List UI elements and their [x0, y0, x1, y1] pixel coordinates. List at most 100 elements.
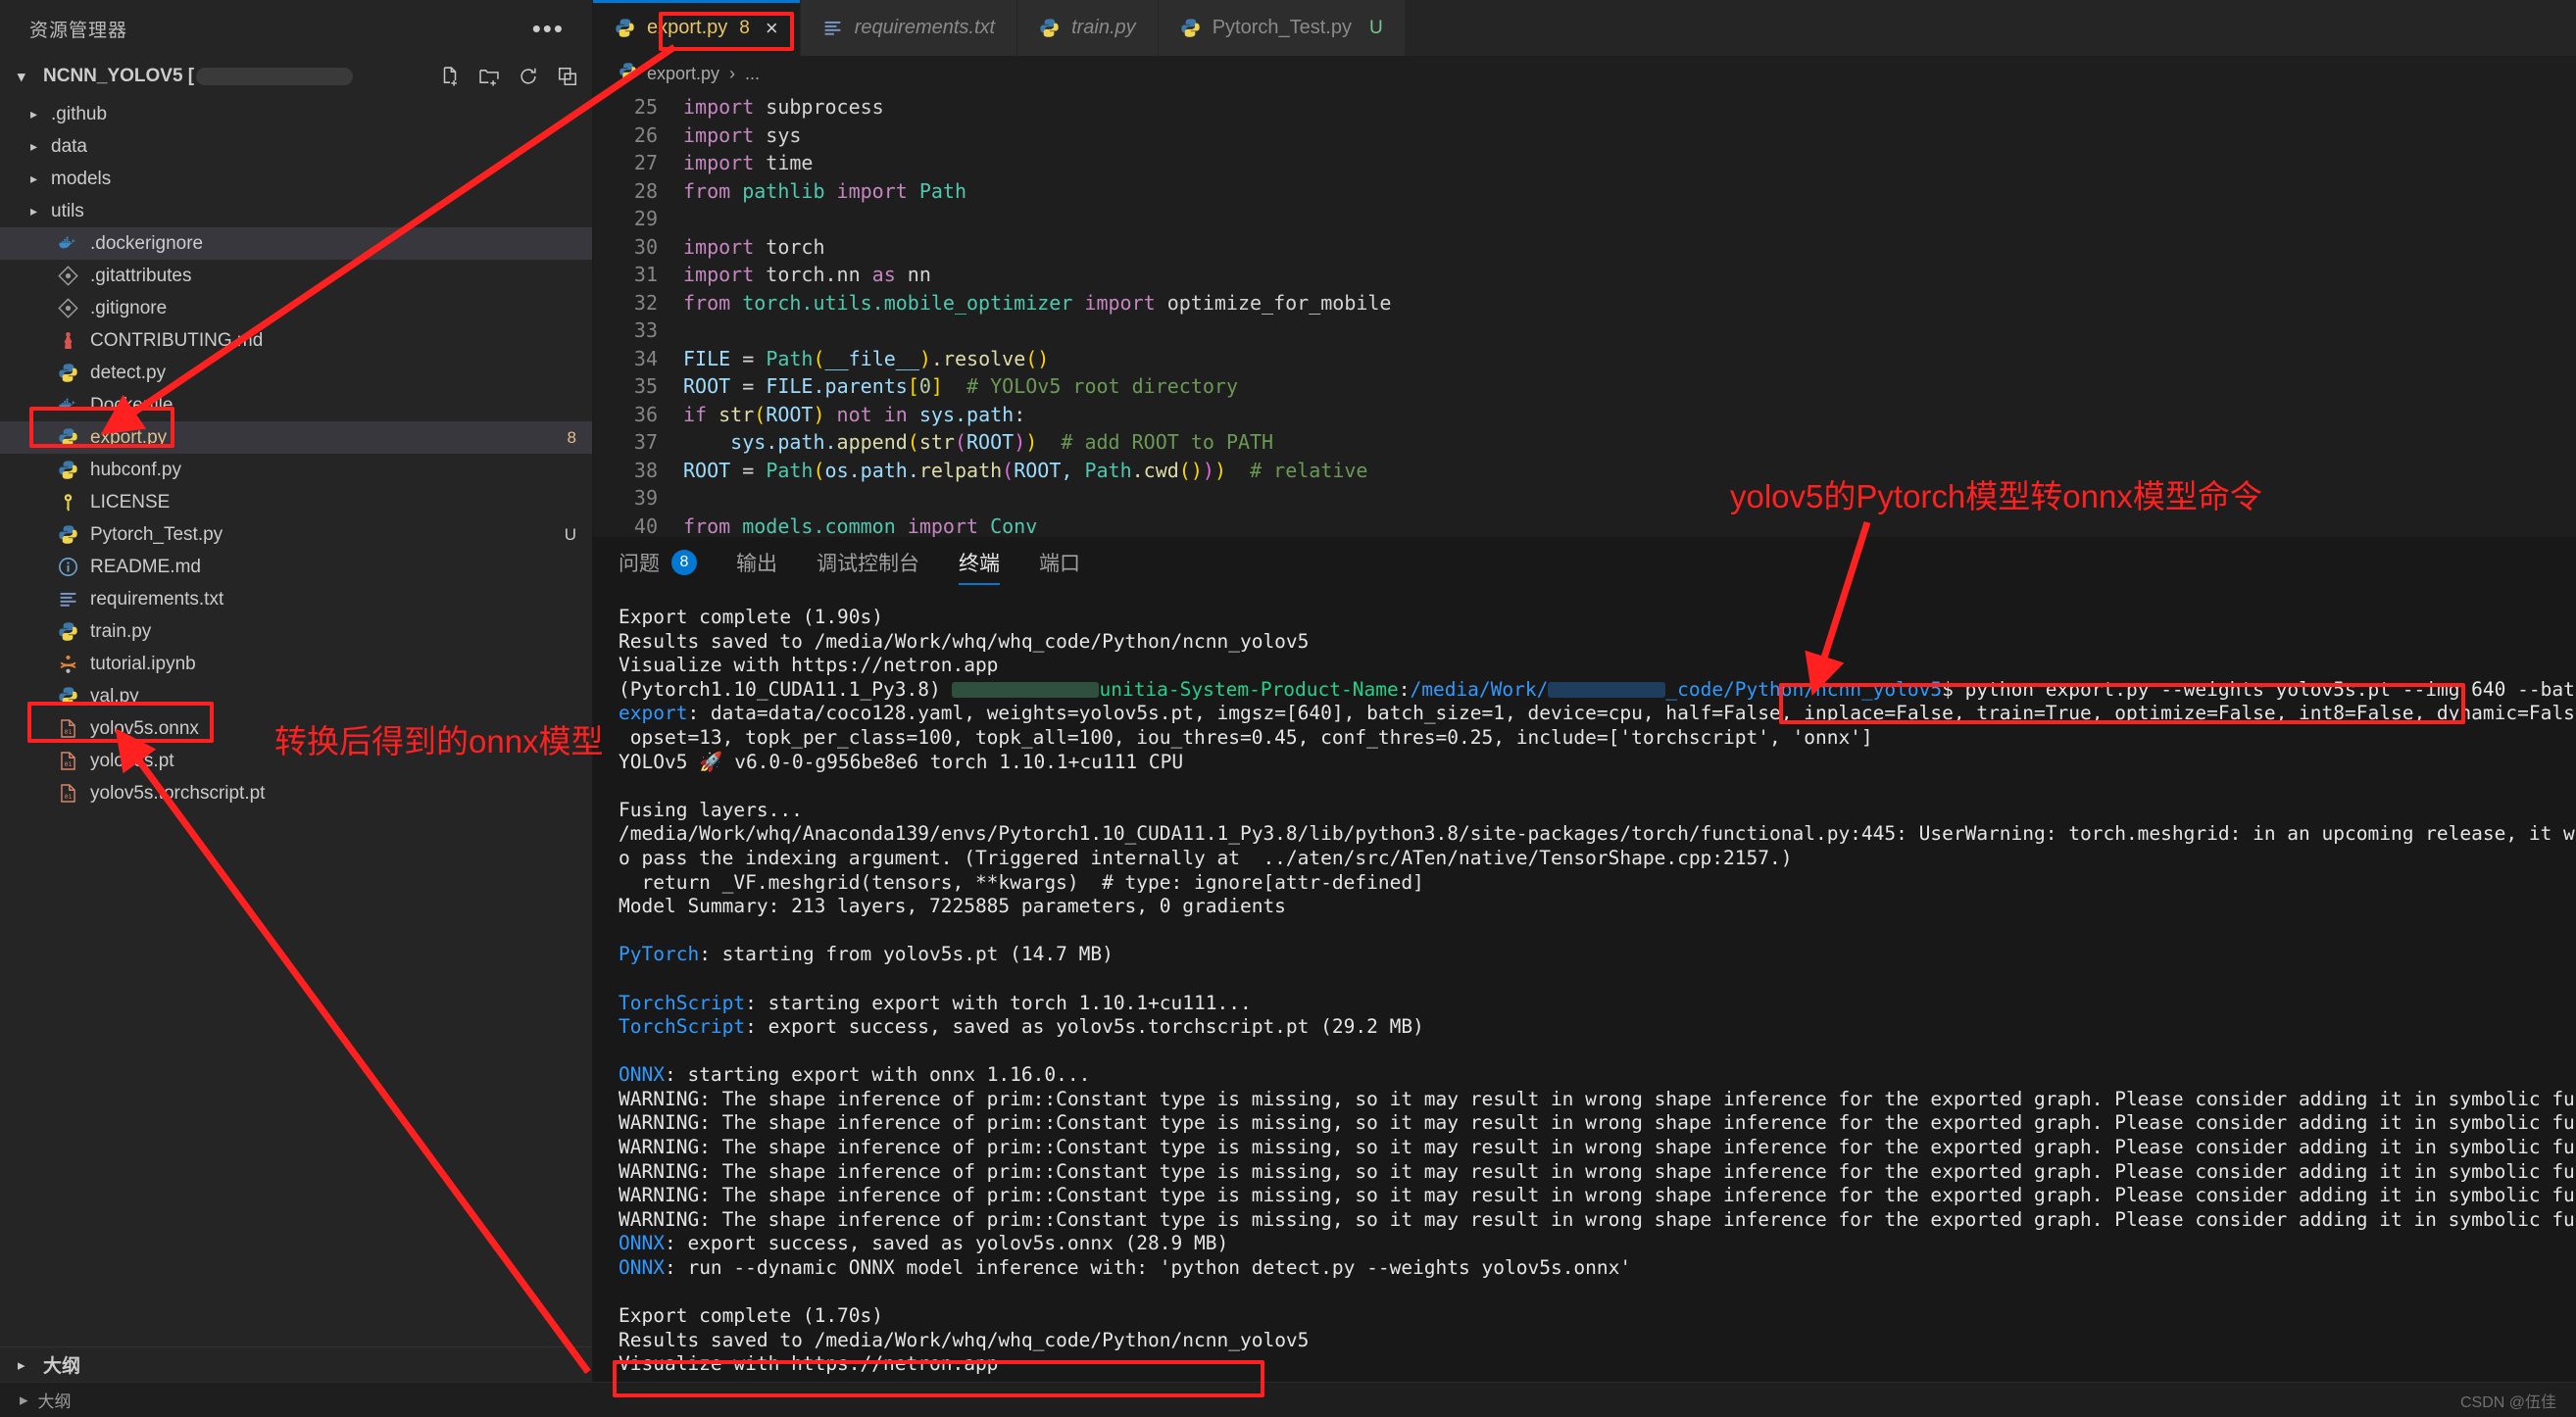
file-tree-item-dockerfile[interactable]: Dockerfile	[0, 389, 592, 421]
line-number: 29	[633, 207, 658, 230]
file-tree-item-badge: 8	[567, 427, 576, 447]
file-tree-item-license[interactable]: LICENSE	[0, 486, 592, 518]
file-tree-item--github[interactable]: ▸ .github	[0, 98, 592, 130]
terminal-line: /media/Work/whq/Anaconda139/envs/Pytorch…	[619, 822, 2576, 846]
code-editor[interactable]: 25 import subprocess 26 import sys 27 import …	[593, 91, 2576, 537]
new-file-icon[interactable]	[439, 66, 461, 87]
new-folder-icon[interactable]	[478, 66, 500, 87]
code-text[interactable]: import time	[683, 149, 813, 177]
file-tree-item-hubconf-py[interactable]: hubconf.py	[0, 454, 592, 486]
panel-tab-debug-console[interactable]: 调试控制台	[817, 537, 919, 588]
editor-tab-pytorch-test-py[interactable]: Pytorch_Test.py U	[1158, 0, 1406, 56]
chevron-right-icon: ▸	[29, 171, 37, 186]
license-icon	[53, 492, 82, 513]
code-line[interactable]: 33	[593, 317, 2576, 345]
code-line[interactable]: 25 import subprocess	[593, 93, 2576, 122]
panel-tab-count: 8	[671, 550, 697, 575]
panel-tabbar[interactable]: 问题 8 输出 调试控制台 终端 端口	[593, 537, 2576, 588]
code-text[interactable]: import sys	[683, 122, 801, 150]
file-tree-item-yolov5s-onnx[interactable]: 01 yolov5s.onnx	[0, 712, 592, 745]
breadcrumb-file[interactable]: export.py	[647, 64, 719, 84]
file-tree-item-detect-py[interactable]: detect.py	[0, 357, 592, 389]
project-root-row[interactable]: ▾ NCNN_YOLOV5 [	[0, 57, 592, 96]
terminal-output[interactable]: Export complete (1.90s) Results saved to …	[593, 588, 2576, 1382]
file-tree-item-utils[interactable]: ▸ utils	[0, 195, 592, 227]
code-line[interactable]: 38 ROOT = Path(os.path.relpath(ROOT, Path…	[593, 457, 2576, 485]
file-tree-item--dockerignore[interactable]: .dockerignore	[0, 227, 592, 260]
file-tree-item-readme-md[interactable]: README.md	[0, 551, 592, 583]
code-text[interactable]: from pathlib import Path	[683, 177, 966, 206]
file-tree-item-pytorch-test-py[interactable]: Pytorch_Test.py U	[0, 518, 592, 551]
line-number: 30	[633, 234, 658, 259]
file-tree-item-train-py[interactable]: train.py	[0, 615, 592, 648]
folder-actions	[439, 66, 578, 87]
code-text[interactable]: import subprocess	[683, 93, 884, 122]
file-tree-item-label: yolov5s.torchscript.pt	[90, 782, 266, 804]
file-tree-item-yolov5s-pt[interactable]: 01 yolov5s.pt	[0, 745, 592, 777]
line-number: 34	[633, 346, 658, 370]
file-tree[interactable]: ▸ .github ▸ data ▸ models ▸ utils .dockerignore.…	[0, 96, 592, 1346]
file-tree-item-label: train.py	[90, 620, 152, 642]
file-tree-item-data[interactable]: ▸ data	[0, 130, 592, 163]
line-number: 32	[633, 290, 658, 315]
file-tree-item-yolov5s-torchscript-pt[interactable]: 01 yolov5s.torchscript.pt	[0, 777, 592, 809]
file-tree-item-label: Pytorch_Test.py	[90, 523, 223, 545]
code-line[interactable]: 30 import torch	[593, 233, 2576, 262]
file-tree-item-requirements-txt[interactable]: requirements.txt	[0, 583, 592, 615]
panel-tab-problems[interactable]: 问题 8	[619, 537, 697, 588]
outline-section[interactable]: ▸ 大纲	[0, 1346, 592, 1382]
code-line[interactable]: 29	[593, 205, 2576, 233]
file-tree-item-label: LICENSE	[90, 491, 171, 513]
file-tree-item-contributing-md[interactable]: CONTRIBUTING.md	[0, 324, 592, 357]
code-line[interactable]: 37 sys.path.append(str(ROOT)) # add ROOT…	[593, 428, 2576, 457]
panel-tab-ports[interactable]: 端口	[1039, 537, 1080, 588]
code-text[interactable]: ROOT = FILE.parents[0] # YOLOv5 root dir…	[683, 372, 1238, 401]
code-line[interactable]: 28 from pathlib import Path	[593, 177, 2576, 206]
chevron-right-icon[interactable]: ▸	[18, 1356, 43, 1374]
breadcrumb-rest[interactable]: ...	[745, 64, 760, 84]
panel-tab-label: 端口	[1039, 553, 1080, 575]
editor-tab-export-py[interactable]: export.py 8 ×	[593, 0, 801, 56]
chevron-down-icon[interactable]: ▾	[18, 68, 43, 85]
code-line[interactable]: 26 import sys	[593, 122, 2576, 150]
file-tree-item-models[interactable]: ▸ models	[0, 163, 592, 195]
code-text[interactable]: ROOT = Path(os.path.relpath(ROOT, Path.c…	[683, 457, 1367, 485]
code-line[interactable]: 39	[593, 484, 2576, 513]
code-text[interactable]: sys.path.append(str(ROOT)) # add ROOT to…	[683, 428, 1273, 457]
file-tree-item-export-py[interactable]: export.py 8	[0, 421, 592, 454]
panel-tab-terminal[interactable]: 终端	[959, 537, 1000, 588]
code-text[interactable]: from torch.utils.mobile_optimizer import…	[683, 289, 1391, 318]
editor-tab-requirements-txt[interactable]: requirements.txt	[800, 0, 1018, 56]
statusbar-outline-chevron[interactable]: ▸	[20, 1391, 28, 1410]
python-icon	[53, 427, 82, 448]
code-line[interactable]: 35 ROOT = FILE.parents[0] # YOLOv5 root d…	[593, 372, 2576, 401]
file-tree-item-val-py[interactable]: val.py	[0, 680, 592, 712]
code-text[interactable]: import torch	[683, 233, 825, 262]
collapse-all-icon[interactable]	[557, 66, 578, 87]
code-line[interactable]: 36 if str(ROOT) not in sys.path:	[593, 401, 2576, 429]
code-line[interactable]: 32 from torch.utils.mobile_optimizer impo…	[593, 289, 2576, 318]
code-text[interactable]: if str(ROOT) not in sys.path:	[683, 401, 1025, 429]
file-tree-item-label: models	[51, 168, 112, 189]
code-line[interactable]: 27 import time	[593, 149, 2576, 177]
terminal-line: PyTorch: starting from yolov5s.pt (14.7 …	[619, 943, 1114, 966]
file-tree-item--gitattributes[interactable]: .gitattributes	[0, 260, 592, 292]
code-line[interactable]: 40 from models.common import Conv	[593, 513, 2576, 538]
ellipsis-icon[interactable]: •••	[532, 16, 565, 41]
svg-text:01: 01	[64, 760, 72, 768]
panel-tab-label: 调试控制台	[817, 553, 919, 575]
breadcrumb[interactable]: export.py › ...	[593, 56, 2576, 91]
panel-tab-output[interactable]: 输出	[736, 537, 777, 588]
code-line[interactable]: 34 FILE = Path(__file__).resolve()	[593, 345, 2576, 373]
file-tree-item--gitignore[interactable]: .gitignore	[0, 292, 592, 324]
code-text[interactable]: from models.common import Conv	[683, 513, 1037, 538]
code-text[interactable]: FILE = Path(__file__).resolve()	[683, 345, 1049, 373]
editor-tab-train-py[interactable]: train.py	[1017, 0, 1159, 56]
refresh-icon[interactable]	[518, 66, 539, 87]
editor-tabbar[interactable]: export.py 8 × requirements.txt train.py Pytor…	[593, 0, 2576, 56]
close-icon[interactable]: ×	[766, 16, 778, 41]
code-text[interactable]: import torch.nn as nn	[683, 261, 931, 289]
file-tree-item-tutorial-ipynb[interactable]: tutorial.ipynb	[0, 648, 592, 680]
code-line[interactable]: 31 import torch.nn as nn	[593, 261, 2576, 289]
